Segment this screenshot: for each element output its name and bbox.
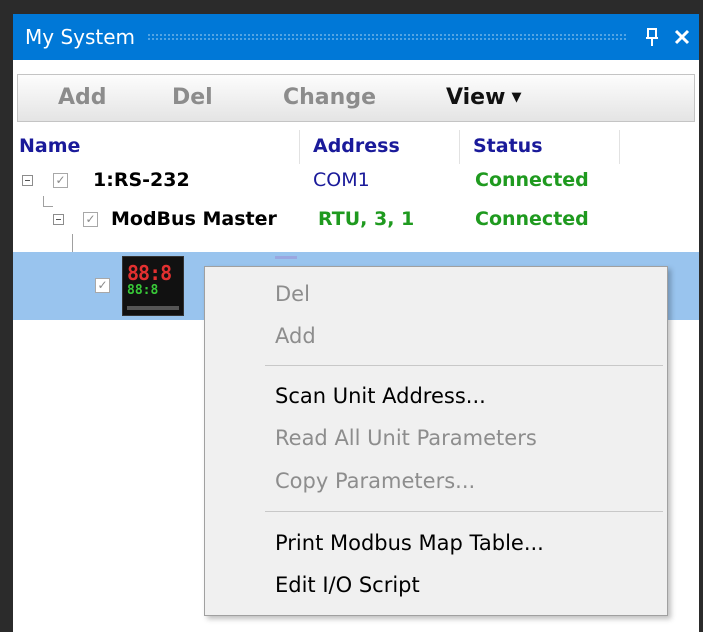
column-divider[interactable] bbox=[299, 130, 300, 164]
device-checkbox[interactable]: ✓ bbox=[95, 278, 110, 293]
device-display-green: 88:8 bbox=[127, 283, 159, 298]
device-button-strip bbox=[127, 306, 179, 310]
menu-item-add[interactable]: Add bbox=[275, 316, 316, 356]
tree-row-port[interactable]: ✓ 1:RS-232 COM1 Connected bbox=[13, 161, 699, 199]
master-address: RTU, 3, 1 bbox=[318, 208, 415, 230]
view-dropdown-button[interactable]: View ▼ bbox=[446, 75, 521, 121]
title-grip[interactable] bbox=[147, 32, 627, 42]
column-divider[interactable] bbox=[459, 130, 460, 164]
port-name: 1:RS-232 bbox=[93, 169, 190, 191]
column-header-address[interactable]: Address bbox=[313, 126, 400, 166]
menu-separator bbox=[265, 365, 663, 366]
column-header: Name Address Status bbox=[13, 126, 699, 166]
menu-item-del[interactable]: Del bbox=[275, 274, 310, 314]
menu-item-read-all-unit-parameters[interactable]: Read All Unit Parameters bbox=[275, 418, 537, 458]
close-icon bbox=[674, 29, 690, 45]
menu-item-scan-unit-address[interactable]: Scan Unit Address... bbox=[275, 376, 486, 416]
pin-button[interactable] bbox=[639, 24, 665, 50]
panel-title-bar[interactable]: My System bbox=[13, 14, 699, 60]
collapse-toggle-icon[interactable] bbox=[53, 214, 64, 225]
temperature-controller-icon: 88:8 88:8 bbox=[122, 256, 184, 316]
close-button[interactable] bbox=[669, 24, 695, 50]
port-address: COM1 bbox=[313, 169, 370, 191]
tree-row-master[interactable]: ✓ ModBus Master RTU, 3, 1 Connected bbox=[13, 200, 699, 238]
port-checkbox[interactable]: ✓ bbox=[53, 173, 68, 188]
menu-item-edit-io-script[interactable]: Edit I/O Script bbox=[275, 565, 420, 605]
master-checkbox[interactable]: ✓ bbox=[83, 212, 98, 227]
column-header-name[interactable]: Name bbox=[19, 126, 80, 166]
collapse-toggle-icon[interactable] bbox=[22, 175, 33, 186]
menu-item-copy-parameters[interactable]: Copy Parameters... bbox=[275, 461, 475, 501]
del-button[interactable]: Del bbox=[172, 75, 213, 121]
toolbar: Add Del Change View ▼ bbox=[17, 74, 695, 122]
view-label: View bbox=[446, 85, 506, 110]
column-divider[interactable] bbox=[619, 130, 620, 164]
column-header-status[interactable]: Status bbox=[473, 126, 543, 166]
master-name: ModBus Master bbox=[111, 208, 277, 230]
chevron-down-icon: ▼ bbox=[511, 90, 522, 105]
my-system-panel: My System Add Del Change View ▼ Name Addr… bbox=[13, 14, 699, 632]
device-display-red: 88:8 bbox=[127, 261, 172, 285]
port-status: Connected bbox=[475, 169, 589, 191]
pin-icon bbox=[646, 28, 658, 46]
menu-separator bbox=[265, 511, 663, 512]
add-button[interactable]: Add bbox=[58, 75, 107, 121]
context-menu: Del Add Scan Unit Address... Read All Un… bbox=[204, 266, 668, 616]
row-marker bbox=[275, 256, 297, 259]
master-status: Connected bbox=[475, 208, 589, 230]
panel-title: My System bbox=[25, 25, 136, 49]
menu-item-print-modbus-map-table[interactable]: Print Modbus Map Table... bbox=[275, 523, 544, 563]
change-button[interactable]: Change bbox=[283, 75, 376, 121]
